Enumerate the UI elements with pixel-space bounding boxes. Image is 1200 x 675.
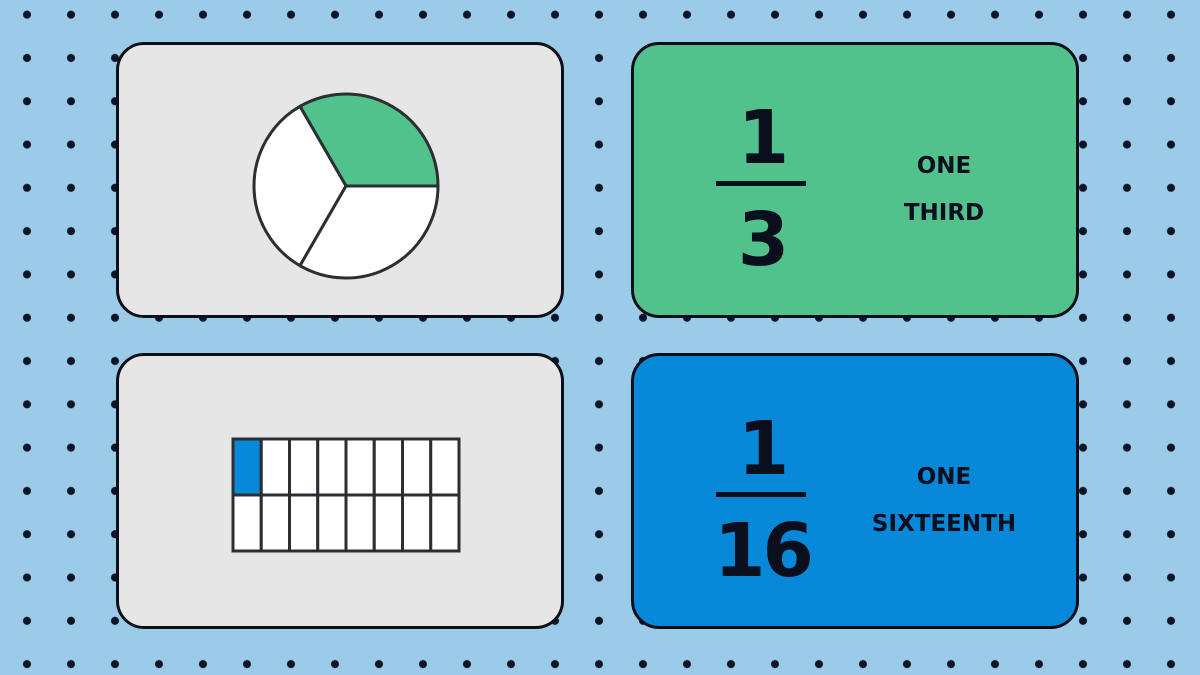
- pie-chart: [252, 92, 440, 280]
- fraction: 1 16: [714, 356, 814, 626]
- grid-cell: [259, 437, 291, 497]
- grid-cell: [401, 493, 433, 553]
- grid-cell: [288, 493, 320, 553]
- fraction-bar: [716, 181, 806, 186]
- numerator: 1: [737, 95, 790, 181]
- grid-cell: [372, 437, 404, 497]
- grid-cell: [344, 437, 376, 497]
- fraction-grid: [231, 437, 461, 553]
- grid-cell: [259, 493, 291, 553]
- grid-cell: [316, 437, 348, 497]
- numerator: 1: [737, 406, 790, 492]
- fraction-words: ONE THIRD: [854, 143, 1034, 237]
- denominator: 3: [737, 197, 790, 283]
- word-line: SIXTEENTH: [871, 511, 1017, 537]
- fraction: 1 3: [714, 45, 810, 315]
- grid-cell: [288, 437, 320, 497]
- one-sixteenth-card: 1 16 ONE SIXTEENTH: [631, 353, 1079, 629]
- word-line: ONE: [916, 153, 972, 179]
- grid-cell: [401, 437, 433, 497]
- denominator: 16: [714, 508, 814, 594]
- grid-card: [116, 353, 564, 629]
- fraction-bar: [716, 492, 806, 497]
- word-line: THIRD: [903, 200, 985, 226]
- word-line: ONE: [916, 464, 972, 490]
- one-third-card: 1 3 ONE THIRD: [631, 42, 1079, 318]
- pie-card: [116, 42, 564, 318]
- grid-cell: [429, 493, 461, 553]
- grid-cell: [429, 437, 461, 497]
- grid-cell: [372, 493, 404, 553]
- grid-cell: [316, 493, 348, 553]
- grid-cell-shaded: [231, 437, 263, 497]
- fraction-words: ONE SIXTEENTH: [854, 454, 1034, 548]
- grid-cell: [344, 493, 376, 553]
- grid-cell: [231, 493, 263, 553]
